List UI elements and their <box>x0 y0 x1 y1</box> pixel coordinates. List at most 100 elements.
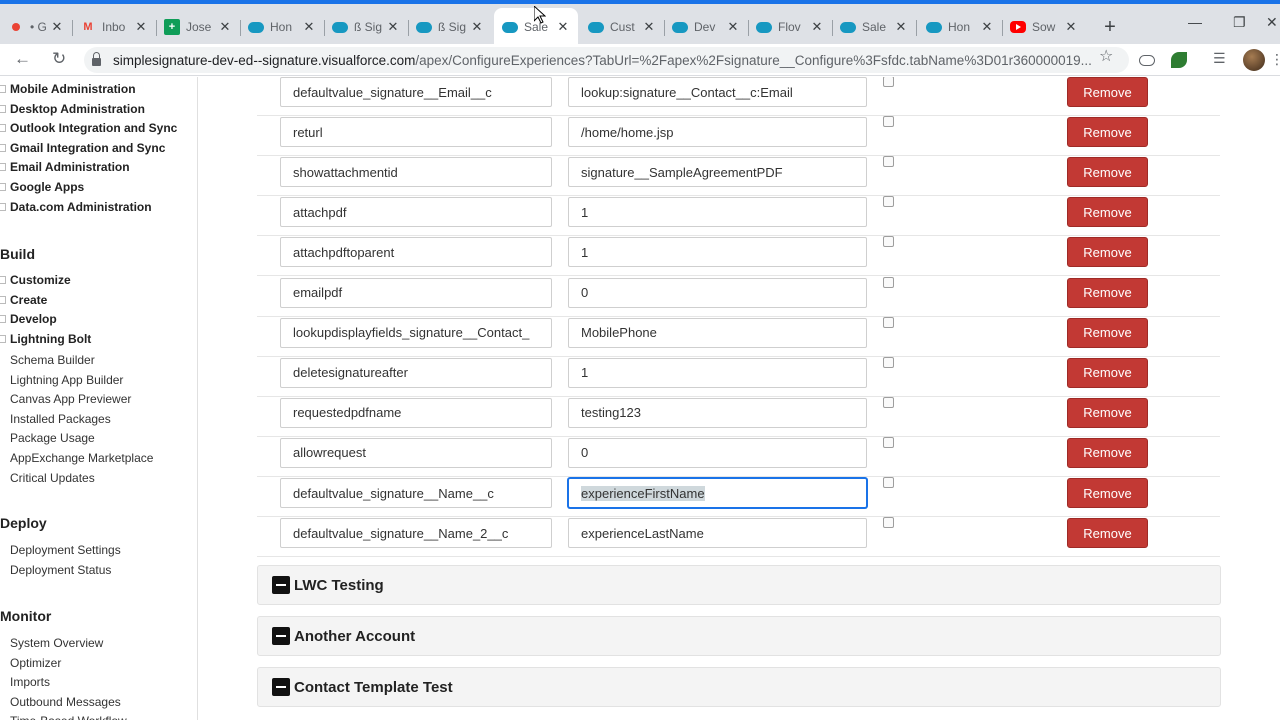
browser-tab[interactable]: Hon ✕ <box>918 10 1002 44</box>
parameter-checkbox[interactable] <box>883 196 894 208</box>
remove-button[interactable]: Remove <box>1067 478 1148 508</box>
close-tab-icon[interactable]: ✕ <box>134 19 148 35</box>
sidebar-link[interactable]: Deployment Settings <box>10 543 121 557</box>
close-window-icon[interactable]: ✕ <box>1266 14 1278 31</box>
parameter-value-input[interactable]: experienceFirstName <box>568 478 867 508</box>
parameter-value-input[interactable]: /home/home.jsp <box>568 117 867 148</box>
collapse-minus-icon[interactable] <box>272 678 290 696</box>
sidebar-link[interactable]: Email Administration <box>0 160 130 174</box>
sidebar-link[interactable]: Lightning App Builder <box>10 373 123 387</box>
browser-tab[interactable]: Dev ✕ <box>664 10 748 44</box>
browser-tab[interactable]: • Ga ✕ <box>0 10 72 44</box>
close-tab-icon[interactable]: ✕ <box>894 19 908 35</box>
sidebar-link[interactable]: Outbound Messages <box>10 695 121 709</box>
parameter-name-input[interactable]: defaultvalue_signature__Name__c <box>280 478 552 508</box>
sidebar-link[interactable]: Package Usage <box>10 431 95 445</box>
browser-menu-icon[interactable]: ⋮ <box>1270 51 1280 68</box>
parameter-value-input[interactable]: lookup:signature__Contact__c:Email <box>568 77 867 107</box>
remove-button[interactable]: Remove <box>1067 277 1148 308</box>
browser-tab[interactable]: Hon ✕ <box>240 10 324 44</box>
sidebar-link[interactable]: Optimizer <box>10 656 61 670</box>
parameter-name-input[interactable]: attachpdf <box>280 197 552 228</box>
parameter-checkbox[interactable] <box>883 517 894 529</box>
parameter-name-input[interactable]: defaultvalue_signature__Name_2__c <box>280 518 552 549</box>
remove-button[interactable]: Remove <box>1067 237 1148 268</box>
sidebar-link[interactable]: Mobile Administration <box>0 82 136 96</box>
parameter-checkbox[interactable] <box>883 236 894 248</box>
remove-button[interactable]: Remove <box>1067 157 1148 188</box>
parameter-checkbox[interactable] <box>883 356 894 368</box>
profile-avatar[interactable] <box>1243 49 1265 71</box>
experience-section[interactable]: LWC Testing <box>257 565 1221 605</box>
parameter-checkbox[interactable] <box>883 156 894 168</box>
browser-tab[interactable]: M Inbo ✕ <box>72 10 156 44</box>
parameter-checkbox[interactable] <box>883 477 894 488</box>
browser-tab[interactable]: Sow ✕ <box>1002 10 1086 44</box>
close-tab-icon[interactable]: ✕ <box>470 19 484 35</box>
sidebar-link[interactable]: Customize <box>0 273 71 287</box>
parameter-checkbox[interactable] <box>883 116 894 128</box>
sidebar-link[interactable]: Schema Builder <box>10 353 95 367</box>
remove-button[interactable]: Remove <box>1067 357 1148 388</box>
parameter-name-input[interactable]: allowrequest <box>280 437 552 468</box>
close-tab-icon[interactable]: ✕ <box>50 19 64 35</box>
sidebar-link[interactable]: Data.com Administration <box>0 200 152 214</box>
reload-icon[interactable]: ↻ <box>52 49 66 69</box>
sidebar-link[interactable]: Deployment Status <box>10 563 111 577</box>
sidebar-link[interactable]: Desktop Administration <box>0 102 145 116</box>
parameter-name-input[interactable]: deletesignatureafter <box>280 357 552 388</box>
restore-icon[interactable]: ❐ <box>1233 14 1246 31</box>
sidebar-link[interactable]: AppExchange Marketplace <box>10 451 153 465</box>
parameter-checkbox[interactable] <box>883 77 894 87</box>
sidebar-link[interactable]: Create <box>0 293 47 307</box>
remove-button[interactable]: Remove <box>1067 518 1148 549</box>
sidebar-link[interactable]: Outlook Integration and Sync <box>0 121 177 135</box>
browser-tab[interactable]: Flov ✕ <box>748 10 832 44</box>
remove-button[interactable]: Remove <box>1067 437 1148 468</box>
experience-section[interactable]: Contact Template Test <box>257 667 1221 707</box>
remove-button[interactable]: Remove <box>1067 317 1148 348</box>
parameter-value-input[interactable]: 0 <box>568 277 867 308</box>
parameter-name-input[interactable]: defaultvalue_signature__Email__c <box>280 77 552 107</box>
parameter-name-input[interactable]: attachpdftoparent <box>280 237 552 268</box>
close-tab-icon[interactable]: ✕ <box>386 19 400 35</box>
sidebar-link[interactable]: Develop <box>0 312 57 326</box>
cloud-extension-icon[interactable] <box>1139 55 1155 66</box>
parameter-name-input[interactable]: requestedpdfname <box>280 397 552 428</box>
parameter-checkbox[interactable] <box>883 396 894 408</box>
parameter-value-input[interactable]: 1 <box>568 357 867 388</box>
remove-button[interactable]: Remove <box>1067 117 1148 148</box>
parameter-value-input[interactable]: testing123 <box>568 397 867 428</box>
close-tab-icon[interactable]: ✕ <box>302 19 316 35</box>
browser-tab[interactable]: + Jose ✕ <box>156 10 240 44</box>
browser-tab[interactable]: ß Sig ✕ <box>408 10 492 44</box>
back-arrow-icon[interactable]: ← <box>14 49 31 69</box>
close-tab-icon[interactable]: ✕ <box>642 19 656 35</box>
new-tab-button[interactable]: + <box>1100 16 1120 39</box>
parameter-name-input[interactable]: returl <box>280 117 552 148</box>
sidebar-link[interactable]: System Overview <box>10 636 103 650</box>
collapse-minus-icon[interactable] <box>272 627 290 645</box>
parameter-value-input[interactable]: 0 <box>568 437 867 468</box>
parameter-checkbox[interactable] <box>883 436 894 448</box>
leaf-extension-icon[interactable] <box>1171 52 1187 68</box>
reading-list-icon[interactable]: ☰ <box>1213 50 1226 66</box>
parameter-name-input[interactable]: lookupdisplayfields_signature__Contact_ <box>280 317 552 348</box>
parameter-checkbox[interactable] <box>883 276 894 288</box>
close-tab-icon[interactable]: ✕ <box>556 19 570 35</box>
close-tab-icon[interactable]: ✕ <box>980 19 994 35</box>
close-tab-icon[interactable]: ✕ <box>726 19 740 35</box>
sidebar-link[interactable]: Time-Based Workflow <box>10 714 127 720</box>
sidebar-link[interactable]: Imports <box>10 675 50 689</box>
browser-tab[interactable]: Cust ✕ <box>580 10 664 44</box>
close-tab-icon[interactable]: ✕ <box>1064 19 1078 35</box>
minimize-icon[interactable]: — <box>1188 14 1202 30</box>
close-tab-icon[interactable]: ✕ <box>810 19 824 35</box>
sidebar-link[interactable]: Canvas App Previewer <box>10 392 131 406</box>
parameter-name-input[interactable]: showattachmentid <box>280 157 552 188</box>
sidebar-link[interactable]: Gmail Integration and Sync <box>0 141 165 155</box>
sidebar-link[interactable]: Lightning Bolt <box>0 332 91 346</box>
parameter-value-input[interactable]: experienceLastName <box>568 518 867 549</box>
parameter-name-input[interactable]: emailpdf <box>280 277 552 308</box>
browser-tab[interactable]: ß Sig ✕ <box>324 10 408 44</box>
